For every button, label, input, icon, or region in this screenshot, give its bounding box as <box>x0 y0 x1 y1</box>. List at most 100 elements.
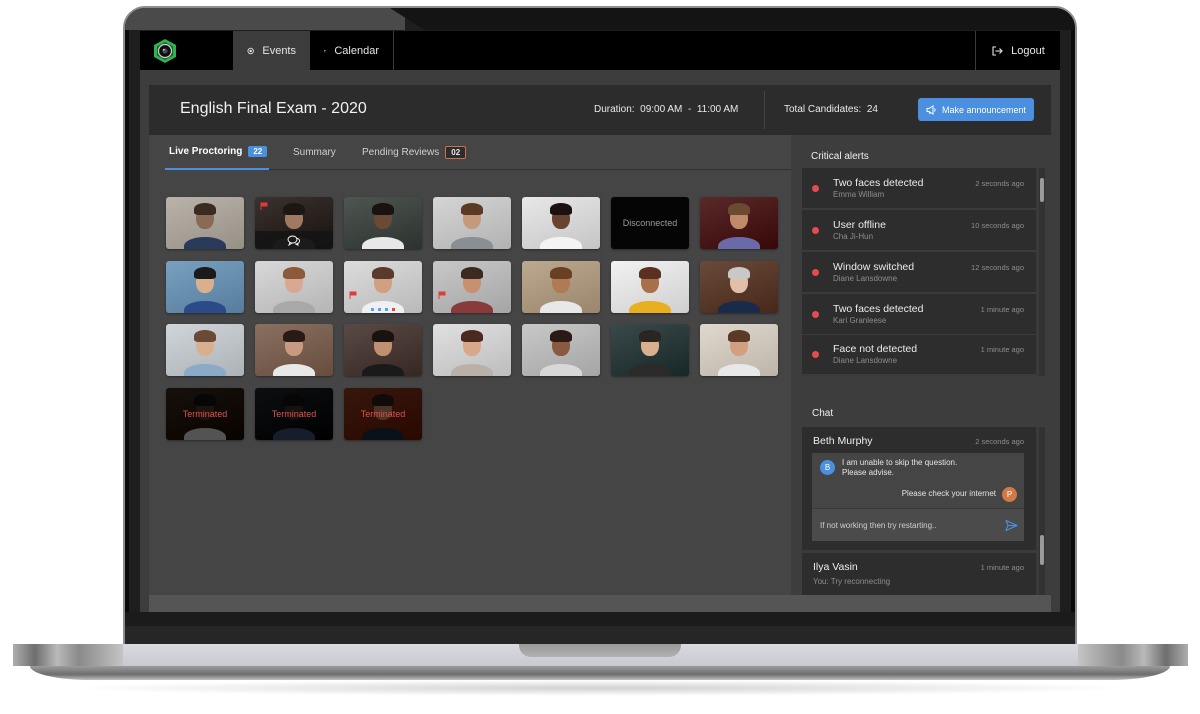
alert-item[interactable]: User offline Cha Ji-Hun 10 seconds ago <box>802 210 1036 251</box>
candidate-video-body <box>718 364 760 376</box>
chat-scrollbar[interactable] <box>1039 427 1045 595</box>
message-text: I am unable to skip the question. Please… <box>842 458 992 478</box>
candidate-tile[interactable] <box>700 324 778 376</box>
candidate-tile[interactable] <box>166 260 244 313</box>
candidate-tile[interactable] <box>700 260 778 313</box>
nav-tab-calendar[interactable]: Calendar <box>310 31 394 70</box>
make-announcement-button[interactable]: Make announcement <box>918 98 1034 121</box>
total-label: Total Candidates: <box>784 104 862 115</box>
app-screen: Events Calendar Logout English Final Exa… <box>140 31 1060 612</box>
flag-icon[interactable] <box>438 291 446 299</box>
alert-title: User offline <box>833 219 886 231</box>
candidate-video-hair <box>194 266 216 279</box>
alert-item[interactable]: Window switched Diane Lansdowne 12 seconds… <box>802 252 1036 293</box>
alert-status-dot <box>812 351 819 358</box>
candidate-video-hair <box>550 266 572 279</box>
chat-heading: Chat <box>812 408 834 419</box>
candidate-video-body <box>540 237 582 249</box>
alert-timestamp: 10 seconds ago <box>971 221 1024 230</box>
candidate-video-body <box>273 364 315 376</box>
candidate-tile[interactable] <box>166 324 244 376</box>
tab-live-proctoring[interactable]: Live Proctoring 22 <box>165 135 269 170</box>
flag-icon[interactable] <box>349 291 357 299</box>
nav-tab-label: Calendar <box>334 44 379 57</box>
screen-bezel <box>125 612 1075 646</box>
candidate-video-hair <box>283 266 305 279</box>
candidate-tile[interactable] <box>255 197 333 249</box>
candidate-tile[interactable]: Disconnected <box>611 197 689 249</box>
candidate-video-body <box>718 237 760 249</box>
tab-label: Summary <box>293 147 336 158</box>
candidate-tile[interactable]: Terminated <box>166 387 244 440</box>
alert-timestamp: 2 seconds ago <box>975 179 1024 188</box>
pending-count-badge: 02 <box>445 146 467 159</box>
candidate-tile[interactable] <box>433 197 511 249</box>
calendar-icon <box>324 49 327 52</box>
chat-thread: Beth Murphy 2 seconds ago B I am unable … <box>802 427 1036 550</box>
candidate-tile[interactable] <box>166 197 244 249</box>
candidate-tile[interactable] <box>433 324 511 376</box>
tab-pending-reviews[interactable]: Pending Reviews 02 <box>362 135 467 170</box>
live-proctoring-panel: Live Proctoring 22 Summary Pending Revie… <box>149 135 791 595</box>
chat-panel: Beth Murphy 2 seconds ago B I am unable … <box>802 427 1045 595</box>
exam-header: English Final Exam - 2020 Duration: 09:0… <box>149 85 1051 135</box>
candidate-tile[interactable] <box>433 260 511 313</box>
logout-button[interactable]: Logout <box>975 31 1060 70</box>
alert-title: Two faces detected <box>833 303 924 315</box>
candidate-tile[interactable] <box>344 324 422 376</box>
candidate-tile[interactable] <box>255 324 333 376</box>
message-line: I am unable to skip the question. <box>842 458 958 467</box>
duration-label: Duration: <box>594 104 635 115</box>
flag-icon[interactable] <box>260 202 268 210</box>
total-value: 24 <box>866 104 878 115</box>
alert-candidate-name: Diane Lansdowne <box>833 356 898 365</box>
alert-title: Two faces detected <box>833 177 924 189</box>
chat-scrollbar-thumb[interactable] <box>1040 535 1044 565</box>
candidate-tile[interactable] <box>611 324 689 376</box>
nav-tab-events[interactable]: Events <box>233 31 310 70</box>
candidate-tile[interactable] <box>255 260 333 313</box>
candidate-video-hair <box>194 330 216 342</box>
outgoing-message: Please check your internet P <box>902 485 1017 502</box>
alert-title: Window switched <box>833 261 915 273</box>
candidate-video-hair <box>372 330 394 342</box>
alert-candidate-name: Emma William <box>833 190 885 199</box>
tab-summary[interactable]: Summary <box>293 135 336 170</box>
logout-label: Logout <box>1011 44 1045 57</box>
candidate-video-hair <box>194 203 216 215</box>
candidate-tile[interactable] <box>611 260 689 313</box>
candidate-tile[interactable] <box>344 197 422 249</box>
alert-item[interactable]: Two faces detected Emma William 2 seconds … <box>802 168 1036 209</box>
lid-bezel-highlight <box>125 8 405 30</box>
alert-item[interactable]: Two faces detected Kari Granleese 1 minute… <box>802 294 1036 335</box>
chat-message-input[interactable] <box>820 518 990 532</box>
candidate-tile[interactable]: Terminated <box>255 387 333 440</box>
terminated-label: Terminated <box>360 408 406 419</box>
alert-timestamp: 12 seconds ago <box>971 263 1024 272</box>
message-text: Please check your internet <box>901 489 996 498</box>
candidate-video-hair <box>461 330 483 342</box>
candidate-tile[interactable] <box>522 324 600 376</box>
candidate-tile[interactable] <box>522 197 600 249</box>
send-icon[interactable] <box>1005 519 1018 532</box>
disconnected-label: Disconnected <box>622 218 678 228</box>
alerts-scrollbar-thumb[interactable] <box>1040 178 1044 202</box>
candidate-tile[interactable]: Terminated <box>344 387 422 440</box>
chat-bubbles-icon <box>287 235 301 246</box>
alerts-scrollbar[interactable] <box>1039 168 1045 376</box>
alert-item[interactable]: Face not detected Diane Lansdowne 1 minute… <box>802 334 1036 375</box>
alert-status-dot <box>812 269 819 276</box>
chat-thread[interactable]: Ilya Vasin 1 minute ago You: Try reconne… <box>802 553 1036 595</box>
tab-label: Live Proctoring <box>169 146 243 157</box>
candidate-tile[interactable] <box>344 260 422 313</box>
candidate-video-hair <box>372 203 394 215</box>
candidate-video-body <box>362 364 404 376</box>
chat-contact-name: Ilya Vasin <box>813 561 858 573</box>
candidate-video-hair <box>728 203 750 215</box>
candidate-tile[interactable] <box>700 197 778 249</box>
candidate-tile[interactable] <box>522 260 600 313</box>
chat-overlay[interactable] <box>255 231 333 249</box>
alert-timestamp: 1 minute ago <box>980 305 1024 314</box>
alert-timestamp: 1 minute ago <box>980 345 1024 354</box>
candidate-video-body <box>451 237 493 249</box>
